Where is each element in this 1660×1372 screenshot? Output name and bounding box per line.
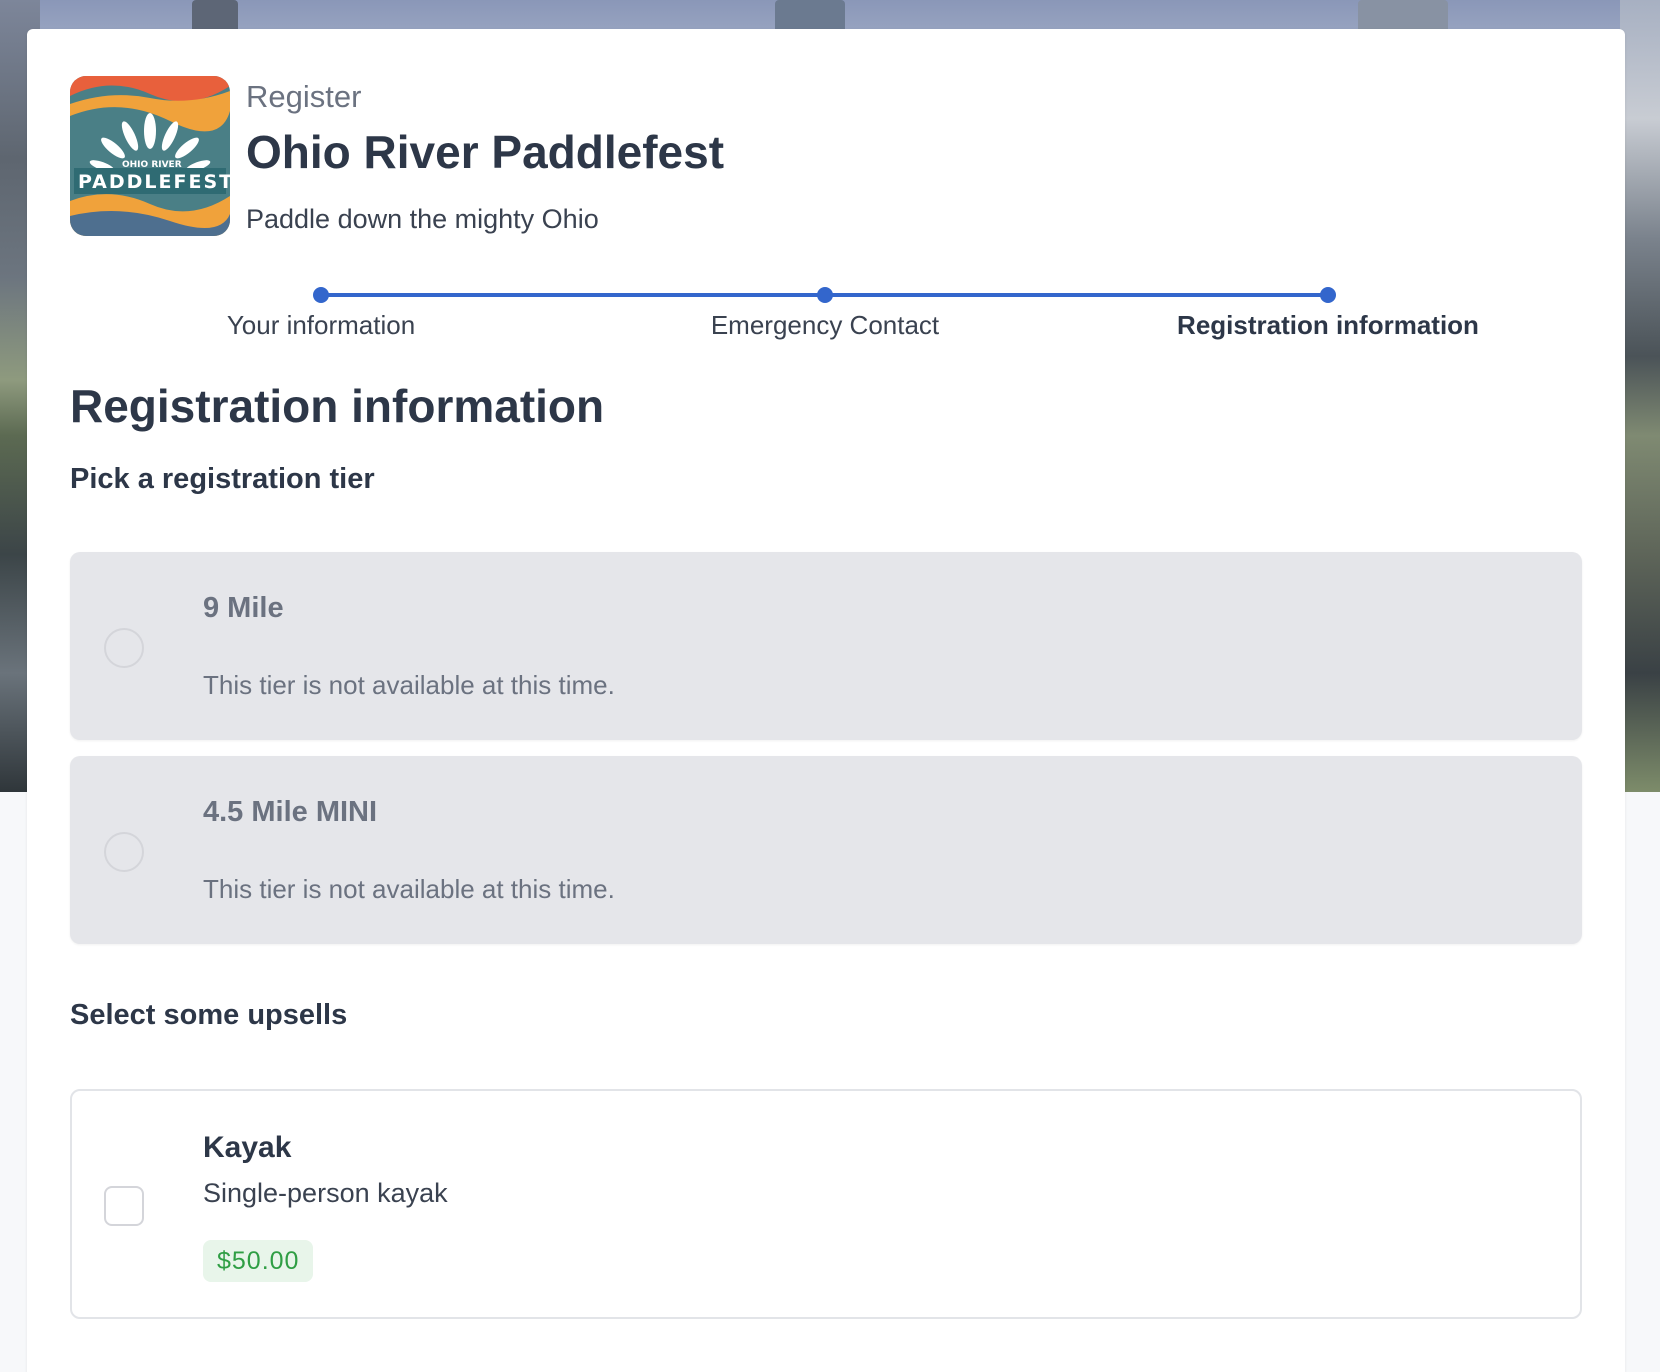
- logo-subtext: OHIO RIVER: [122, 160, 182, 170]
- event-tagline: Paddle down the mighty Ohio: [246, 204, 599, 234]
- event-title: Ohio River Paddlefest: [246, 126, 725, 178]
- step-your-information[interactable]: Your information: [121, 310, 521, 341]
- tier-name: 9 Mile: [203, 592, 284, 624]
- step-dot-registration-information: [1320, 287, 1336, 303]
- tier-heading: Pick a registration tier: [70, 463, 375, 495]
- upsell-description: Single-person kayak: [203, 1178, 448, 1208]
- building-silhouette: [775, 0, 845, 30]
- page-eyebrow: Register: [246, 79, 362, 114]
- section-title: Registration information: [70, 380, 605, 432]
- tier-unavailable-message: This tier is not available at this time.: [203, 670, 615, 700]
- tier-radio[interactable]: [104, 628, 144, 668]
- upsell-option-kayak[interactable]: Kayak Single-person kayak $50.00: [70, 1089, 1582, 1319]
- step-dot-your-information: [313, 287, 329, 303]
- background-right-edge: [1620, 0, 1660, 792]
- tier-unavailable-message: This tier is not available at this time.: [203, 874, 615, 904]
- tier-option-9-mile[interactable]: 9 Mile This tier is not available at thi…: [70, 552, 1582, 740]
- upsell-name: Kayak: [203, 1131, 292, 1164]
- registration-card: OHIO RIVER PADDLEFEST Register Ohio Rive…: [27, 29, 1625, 1372]
- logo-text: PADDLEFEST: [78, 171, 230, 193]
- step-registration-information[interactable]: Registration information: [1128, 310, 1528, 341]
- step-emergency-contact[interactable]: Emergency Contact: [625, 310, 1025, 341]
- tier-option-4-5-mile-mini[interactable]: 4.5 Mile MINI This tier is not available…: [70, 756, 1582, 944]
- upsell-heading: Select some upsells: [70, 999, 348, 1031]
- step-dot-emergency-contact: [817, 287, 833, 303]
- price-badge: $50.00: [203, 1240, 314, 1282]
- paddlefest-logo: OHIO RIVER PADDLEFEST: [70, 76, 230, 236]
- tier-name: 4.5 Mile MINI: [203, 796, 378, 828]
- building-silhouette: [192, 0, 238, 30]
- upsell-checkbox[interactable]: [104, 1186, 144, 1226]
- building-silhouette: [1358, 0, 1448, 30]
- tier-radio[interactable]: [104, 832, 144, 872]
